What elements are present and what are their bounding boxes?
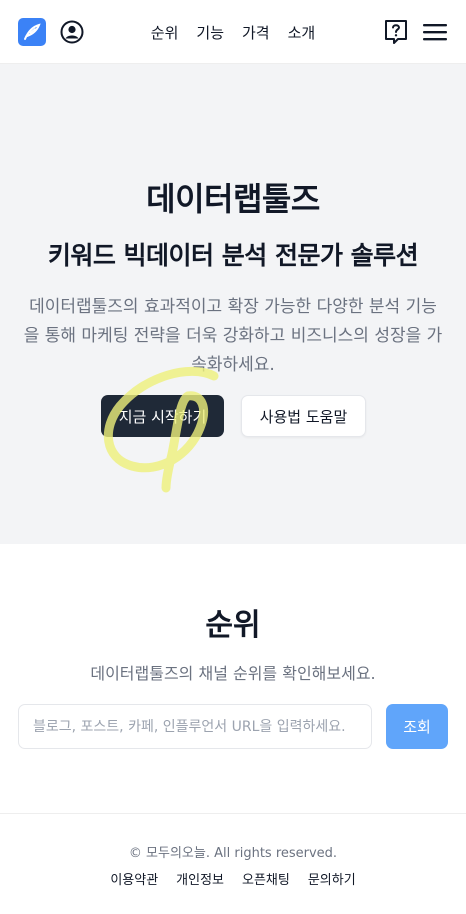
user-circle-icon[interactable]	[60, 20, 84, 44]
search-button[interactable]: 조회	[386, 704, 448, 749]
nav-features[interactable]: 기능	[196, 22, 224, 43]
hero-subtitle: 키워드 빅데이터 분석 전문가 솔루션	[47, 241, 419, 270]
copyright-text: © 모두의오늘. All rights reserved.	[128, 846, 338, 861]
hero-title: 데이터랩툴즈	[146, 180, 320, 218]
footer-links: 이용약관 개인정보 오픈채팅 문의하기	[0, 869, 466, 888]
nav-about[interactable]: 소개	[288, 22, 316, 43]
ranking-description: 데이터랩툴즈의 채널 순위를 확인해보세요.	[90, 664, 376, 683]
usage-help-button[interactable]: 사용법 도움말	[241, 395, 366, 437]
feather-logo-icon[interactable]	[18, 18, 46, 46]
terms-link[interactable]: 이용약관	[110, 869, 158, 888]
start-now-button[interactable]: 지금 시작하기	[101, 395, 224, 437]
hamburger-menu-icon[interactable]	[422, 22, 448, 42]
nav-pricing[interactable]: 가격	[242, 22, 270, 43]
hero-section: 데이터랩툴즈 키워드 빅데이터 분석 전문가 솔루션 데이터랩툴즈의 효과적이고…	[0, 64, 466, 544]
question-bubble-icon[interactable]	[384, 19, 408, 45]
contact-link[interactable]: 문의하기	[308, 869, 356, 888]
ranking-title: 순위	[205, 608, 261, 643]
channel-url-input[interactable]	[18, 704, 372, 749]
hero-description: 데이터랩툴즈의 효과적이고 확장 가능한 다양한 분석 기능을 통해 마케팅 전…	[23, 297, 443, 375]
footer-divider	[0, 813, 466, 814]
nav-rank[interactable]: 순위	[151, 22, 179, 43]
open-chat-link[interactable]: 오픈채팅	[242, 869, 290, 888]
privacy-link[interactable]: 개인정보	[176, 869, 224, 888]
top-header: 순위 기능 가격 소개	[0, 0, 466, 64]
